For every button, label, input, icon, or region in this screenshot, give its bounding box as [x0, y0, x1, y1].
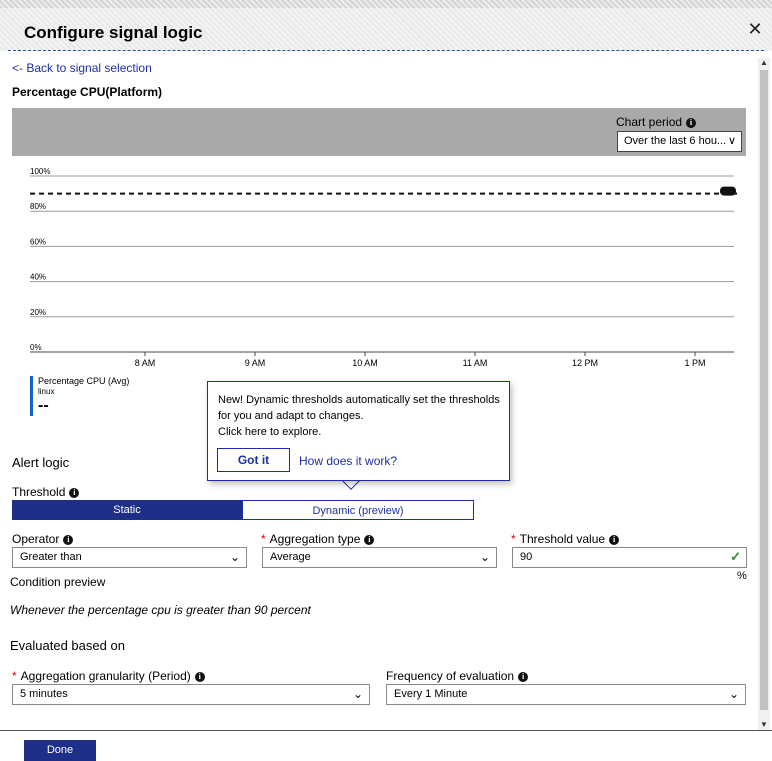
threshold-value-label: * Threshold value i — [511, 532, 620, 546]
chevron-down-icon: ⌄ — [479, 550, 490, 564]
window-top-strip — [0, 0, 772, 8]
legend-value: -- — [38, 397, 49, 414]
x-tick-label: 12 PM — [572, 358, 598, 368]
legend-resource-name: linux — [38, 387, 55, 396]
info-icon[interactable]: i — [194, 671, 205, 682]
y-tick-label: 80% — [30, 202, 46, 211]
chart-period-label-text: Chart period — [616, 115, 683, 129]
y-tick-label: 60% — [30, 237, 46, 246]
scroll-down-icon[interactable]: ▼ — [758, 720, 770, 730]
required-marker: * — [12, 669, 17, 683]
chevron-down-icon: ⌄ — [229, 550, 240, 564]
threshold-label-text: Threshold — [12, 485, 66, 499]
cpu-chart: 100% 80% 60% 40% 20% 0% 8 AM 9 AM 10 AM 11 AM 12 … — [30, 167, 738, 368]
x-tick-label: 1 PM — [684, 358, 705, 368]
threshold-static-tab[interactable]: Static — [12, 500, 242, 520]
aggregation-granularity-label: * Aggregation granularity (Period) i — [12, 669, 205, 683]
callout-line: New! Dynamic thresholds automatically se… — [218, 394, 500, 406]
x-tick-label: 8 AM — [135, 358, 156, 368]
threshold-value-text: 90 — [520, 551, 533, 563]
x-tick-label: 10 AM — [352, 358, 378, 368]
chart-period-value: Over the last 6 hou... — [624, 135, 727, 147]
threshold-label: Threshold i — [12, 485, 80, 499]
threshold-value-label-text: Threshold value — [519, 532, 606, 546]
chevron-down-icon: ∨ — [727, 135, 736, 147]
info-icon[interactable]: i — [686, 117, 697, 128]
threshold-marker — [720, 186, 736, 196]
info-icon[interactable]: i — [609, 534, 620, 545]
title-divider — [8, 50, 764, 51]
aggregation-type-value: Average — [270, 551, 311, 563]
chart-period-select[interactable]: Over the last 6 hou... ∨ — [617, 131, 742, 152]
operator-label: Operator i — [12, 532, 74, 546]
threshold-dynamic-tab[interactable]: Dynamic (preview) — [242, 500, 474, 520]
y-tick-label: 100% — [30, 167, 50, 176]
back-to-signal-selection-link[interactable]: <- Back to signal selection — [12, 61, 152, 75]
vertical-scrollbar[interactable]: ▲ ▼ — [758, 58, 770, 730]
frequency-label-text: Frequency of evaluation — [386, 669, 515, 683]
info-icon[interactable]: i — [518, 671, 529, 682]
y-tick-label: 40% — [30, 273, 46, 282]
y-tick-label: 0% — [30, 343, 42, 352]
checkmark-icon: ✓ — [730, 549, 741, 564]
operator-value: Greater than — [20, 551, 82, 563]
x-tick-label: 11 AM — [463, 358, 488, 368]
evaluated-based-on-heading: Evaluated based on — [10, 638, 125, 653]
threshold-value-input[interactable]: 90 ✓ — [512, 547, 747, 568]
legend-series-name: Percentage CPU (Avg) — [38, 376, 130, 386]
metric-title: Percentage CPU(Platform) — [12, 85, 163, 99]
chevron-down-icon: ⌄ — [352, 687, 363, 701]
dynamic-threshold-callout: New! Dynamic thresholds automatically se… — [207, 381, 510, 481]
callout-line: Click here to explore. — [218, 426, 322, 438]
title-bar: Configure signal logic ✕ — [0, 8, 772, 51]
callout-line: for you and adapt to changes. — [218, 410, 364, 422]
chevron-down-icon: ⌄ — [728, 687, 739, 701]
scroll-up-icon[interactable]: ▲ — [758, 58, 770, 68]
done-button[interactable]: Done — [24, 740, 96, 761]
aggregation-type-label-text: Aggregation type — [269, 532, 361, 546]
callout-text: New! Dynamic thresholds automatically se… — [218, 392, 503, 440]
alert-logic-heading: Alert logic — [12, 455, 70, 470]
how-does-it-work-link[interactable]: How does it work? — [299, 454, 397, 468]
condition-preview-text: Whenever the percentage cpu is greater t… — [10, 603, 311, 617]
required-marker: * — [261, 532, 266, 546]
frequency-select[interactable]: Every 1 Minute ⌄ — [386, 684, 746, 705]
frequency-label: Frequency of evaluation i — [386, 669, 529, 683]
info-icon[interactable]: i — [69, 487, 80, 498]
chart-period-label: Chart period i — [616, 115, 697, 129]
scroll-thumb[interactable] — [760, 70, 768, 710]
aggregation-type-label: * Aggregation type i — [261, 532, 375, 546]
aggregation-granularity-value: 5 minutes — [20, 688, 68, 700]
x-tick-label: 9 AM — [245, 358, 266, 368]
close-icon[interactable]: ✕ — [746, 20, 764, 38]
legend-color-bar — [30, 376, 33, 416]
y-tick-label: 20% — [30, 308, 46, 317]
aggregation-type-select[interactable]: Average ⌄ — [262, 547, 497, 568]
aggregation-granularity-label-text: Aggregation granularity (Period) — [20, 669, 191, 683]
got-it-button[interactable]: Got it — [217, 448, 290, 472]
footer-divider — [0, 730, 772, 731]
operator-label-text: Operator — [12, 532, 60, 546]
operator-select[interactable]: Greater than ⌄ — [12, 547, 247, 568]
page-title: Configure signal logic — [24, 23, 203, 42]
info-icon[interactable]: i — [63, 534, 74, 545]
threshold-unit: % — [737, 570, 747, 582]
info-icon[interactable]: i — [364, 534, 375, 545]
condition-preview-label: Condition preview — [10, 575, 106, 589]
aggregation-granularity-select[interactable]: 5 minutes ⌄ — [12, 684, 370, 705]
required-marker: * — [511, 532, 516, 546]
frequency-value: Every 1 Minute — [394, 688, 468, 700]
